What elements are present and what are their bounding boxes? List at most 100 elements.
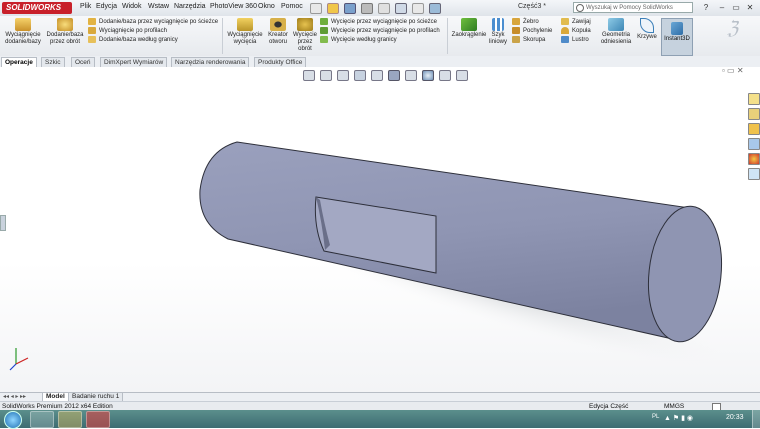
view-palette-icon[interactable]	[748, 138, 760, 150]
language-indicator[interactable]: PL	[652, 414, 659, 420]
boundary-boss-button[interactable]: Dodanie/baza według granicy	[88, 36, 218, 45]
close-button[interactable]: ✕	[744, 2, 756, 13]
menu-insert[interactable]: Wstaw	[148, 3, 169, 10]
rib-label: Żebro	[523, 19, 539, 26]
reference-geometry-button[interactable]: Geometria odniesienia	[598, 18, 634, 46]
quick-access-toolbar	[310, 3, 444, 16]
wrap-icon	[561, 18, 569, 25]
rib-icon	[512, 18, 520, 25]
tab-sketch[interactable]: Szkic	[41, 57, 65, 67]
mirror-button[interactable]: Lustro	[561, 36, 591, 45]
revolve-boss-button[interactable]: Dodanie/baza przez obrót	[46, 18, 84, 46]
loft-cut-label: Wycięcie przez wyciągnięcie po profilach	[331, 28, 440, 35]
mirror-label: Lustro	[572, 37, 589, 44]
design-library-icon[interactable]	[748, 108, 760, 120]
ribbon-separator	[447, 18, 448, 54]
custom-properties-icon[interactable]	[748, 168, 760, 180]
menu-help[interactable]: Pomoc	[281, 3, 303, 10]
menu-tools[interactable]: Narzędzia	[174, 3, 206, 10]
search-placeholder: Wyszukaj w Pomocy SolidWorks	[586, 5, 673, 11]
shell-button[interactable]: Skorupa	[512, 36, 552, 45]
print-icon[interactable]	[360, 3, 373, 14]
boundary-cut-button[interactable]: Wycięcie według granicy	[320, 36, 440, 45]
taskbar-folder-icon[interactable]	[58, 411, 82, 428]
solidworks-logo: SOLIDWORKS	[2, 2, 72, 14]
search-icon	[576, 4, 584, 12]
hole-wizard-button[interactable]: Kreator otworu	[265, 18, 291, 46]
extrude-boss-button[interactable]: Wyciągnięcie dodanie/bazy	[2, 18, 44, 46]
tray-icons[interactable]: ▲ ⚑ ▮ ◉	[664, 414, 693, 422]
tab-scroll-arrows-icon[interactable]: ◂◂ ◂ ▸ ▸▸	[3, 393, 26, 400]
draft-button[interactable]: Pochylenie	[512, 27, 552, 36]
undo-icon[interactable]	[377, 3, 390, 14]
menu-view[interactable]: Widok	[122, 3, 141, 10]
part-model[interactable]	[0, 67, 760, 392]
boundary-boss-icon	[88, 36, 96, 43]
revolve-cut-button[interactable]: Wycięcie przez obrót	[293, 18, 317, 53]
sweep-cut-icon	[320, 18, 328, 25]
document-title: Część3 *	[518, 3, 547, 10]
tab-dimxpert[interactable]: DimXpert Wymiarów	[100, 57, 168, 67]
select-cursor-icon[interactable]	[394, 3, 407, 14]
boundary-boss-label: Dodanie/baza według granicy	[99, 37, 178, 44]
fillet-button[interactable]: Zaokrąglenie	[450, 18, 488, 39]
file-explorer-icon[interactable]	[748, 123, 760, 135]
tab-render-tools[interactable]: Narzędzia renderowania	[171, 57, 250, 67]
boss-small-group: Dodanie/baza przez wyciągnięcie po ścież…	[88, 18, 218, 45]
loft-boss-icon	[88, 27, 96, 34]
help-search-input[interactable]: Wyszukaj w Pomocy SolidWorks	[573, 2, 693, 13]
sweep-boss-button[interactable]: Dodanie/baza przez wyciągnięcie po ścież…	[88, 18, 218, 27]
curves-button[interactable]: Krzywe	[636, 18, 658, 41]
task-pane-tabs	[748, 93, 760, 183]
fillet-label: Zaokrąglenie	[451, 32, 487, 38]
resources-home-icon[interactable]	[748, 93, 760, 105]
show-desktop-button[interactable]	[752, 410, 760, 428]
revolve-cut-icon	[297, 18, 313, 31]
instant3d-button[interactable]: Instant3D	[661, 18, 693, 56]
help-question-icon[interactable]: ?	[700, 2, 712, 13]
draft-icon	[512, 27, 520, 34]
tab-features[interactable]: Operacje	[1, 57, 37, 67]
dome-icon	[561, 27, 569, 34]
taskbar-solidworks-icon[interactable]	[86, 411, 110, 428]
extrude-boss-icon	[15, 18, 31, 31]
dome-button[interactable]: Kopuła	[561, 27, 591, 36]
minimize-button[interactable]: –	[716, 2, 728, 13]
curves-icon	[640, 18, 654, 33]
sweep-boss-icon	[88, 18, 96, 25]
rebuild-icon[interactable]	[411, 3, 424, 14]
linear-pattern-icon	[492, 18, 504, 31]
taskbar-explorer-icon[interactable]	[30, 411, 54, 428]
reference-geometry-icon	[608, 18, 624, 31]
appearances-icon[interactable]	[748, 153, 760, 165]
sweep-cut-button[interactable]: Wycięcie przez wyciągnięcie po ścieżce	[320, 18, 440, 27]
extrude-boss-label: Wyciągnięcie dodanie/bazy	[5, 32, 41, 45]
menu-window[interactable]: Okno	[258, 3, 275, 10]
cut-small-group: Wycięcie przez wyciągnięcie po ścieżce W…	[320, 18, 440, 45]
menu-edit[interactable]: Edycja	[96, 3, 117, 10]
loft-cut-button[interactable]: Wycięcie przez wyciągnięcie po profilach	[320, 27, 440, 36]
linear-pattern-button[interactable]: Szyk liniowy	[488, 18, 508, 46]
options-gear-icon[interactable]	[428, 3, 441, 14]
save-icon[interactable]	[343, 3, 356, 14]
feature-small-group-2: Zawijaj Kopuła Lustro	[561, 18, 591, 45]
extrude-cut-button[interactable]: Wyciągnięcie wycięcia	[226, 18, 264, 46]
title-bar: SOLIDWORKS Plik Edycja Widok Wstaw Narzę…	[0, 0, 760, 17]
instant3d-label: Instant3D	[664, 36, 690, 42]
hole-wizard-icon	[270, 18, 286, 31]
open-folder-icon[interactable]	[326, 3, 339, 14]
start-orb-icon[interactable]	[4, 411, 22, 429]
feature-small-group-1: Żebro Pochylenie Skorupa	[512, 18, 552, 45]
extrude-cut-label: Wyciągnięcie wycięcia	[227, 32, 263, 45]
menu-file[interactable]: Plik	[80, 3, 91, 10]
wrap-button[interactable]: Zawijaj	[561, 18, 591, 27]
restore-button[interactable]: ▭	[730, 2, 742, 13]
windows-taskbar: PL ▲ ⚑ ▮ ◉ 20:33	[0, 410, 760, 429]
rib-button[interactable]: Żebro	[512, 18, 552, 27]
loft-boss-button[interactable]: Wyciągnięcie po profilach	[88, 27, 218, 36]
menu-photoview[interactable]: PhotoView 360	[210, 3, 257, 10]
tab-evaluate[interactable]: Oceń	[71, 57, 95, 67]
tab-office-products[interactable]: Produkty Office	[254, 57, 307, 67]
shell-icon	[512, 36, 520, 43]
new-document-icon[interactable]	[310, 3, 322, 14]
